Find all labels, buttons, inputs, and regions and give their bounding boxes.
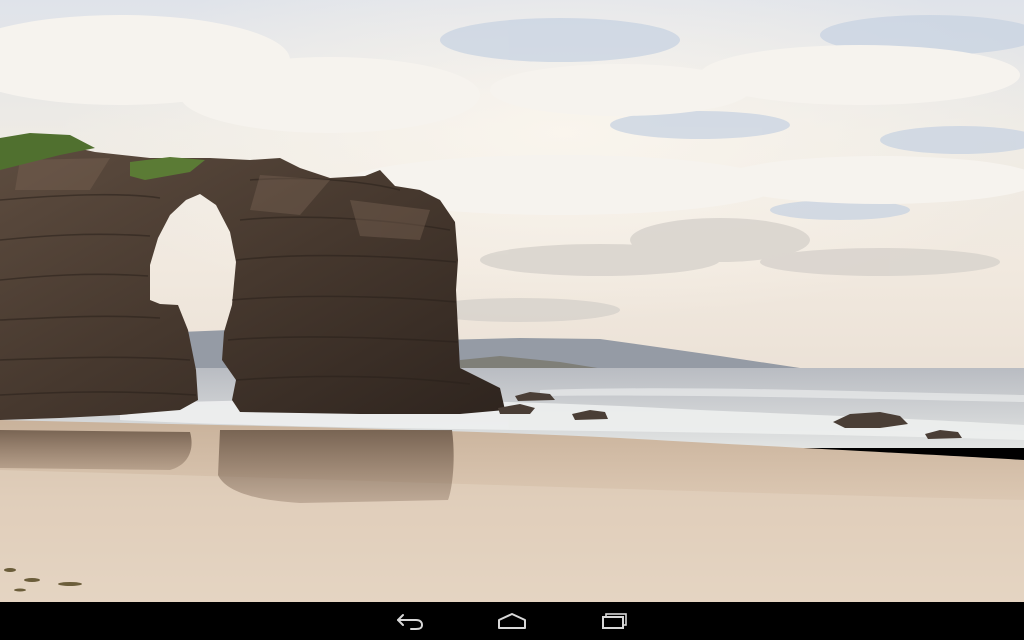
recent-apps-button[interactable]: [583, 602, 647, 640]
back-button[interactable]: [378, 602, 442, 640]
device-screen: [0, 0, 1024, 640]
recent-apps-icon: [602, 613, 627, 629]
back-arrow-icon: [397, 614, 424, 630]
wallpaper-image: [0, 0, 1024, 602]
home-button[interactable]: [480, 602, 544, 640]
navigation-bar: [0, 602, 1024, 640]
home-icon: [498, 613, 526, 629]
